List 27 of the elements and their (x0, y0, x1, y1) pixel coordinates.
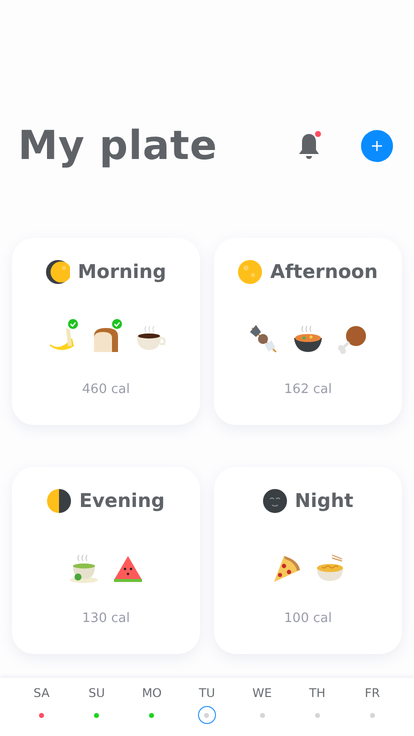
meal-card[interactable]: Morning 460 cal (12, 238, 200, 425)
meal-name: Morning (78, 261, 166, 283)
moon-icon (262, 489, 287, 513)
meal-card[interactable]: Evening 130 cal (12, 467, 200, 654)
day-tab[interactable]: FR (352, 686, 392, 736)
page-title: My plate (18, 123, 218, 169)
meal-name: Evening (79, 490, 165, 512)
add-button[interactable]: + (361, 130, 393, 162)
day-tab[interactable]: SA (22, 686, 62, 736)
day-tab[interactable]: MO (132, 686, 172, 736)
moon-icon (238, 260, 262, 284)
day-tab[interactable]: WE (242, 686, 282, 736)
calorie-count: 130 cal (82, 611, 130, 626)
meal-card[interactable]: Afternoon 162 cal (214, 238, 402, 425)
meal-name: Night (294, 490, 354, 512)
day-tab[interactable]: TH (297, 686, 338, 736)
calorie-count: 162 cal (284, 382, 332, 397)
notification-bell[interactable] (296, 131, 322, 161)
meal-card[interactable]: Night 100 cal (214, 467, 402, 654)
calorie-count: 100 cal (284, 611, 332, 626)
day-tab[interactable]: SU (76, 686, 117, 736)
day-tab[interactable]: TU (186, 686, 227, 736)
moon-icon (47, 489, 72, 513)
moon-icon (46, 260, 70, 284)
bell-icon (296, 131, 322, 161)
meal-name: Afternoon (270, 261, 378, 283)
calorie-count: 460 cal (82, 382, 130, 397)
